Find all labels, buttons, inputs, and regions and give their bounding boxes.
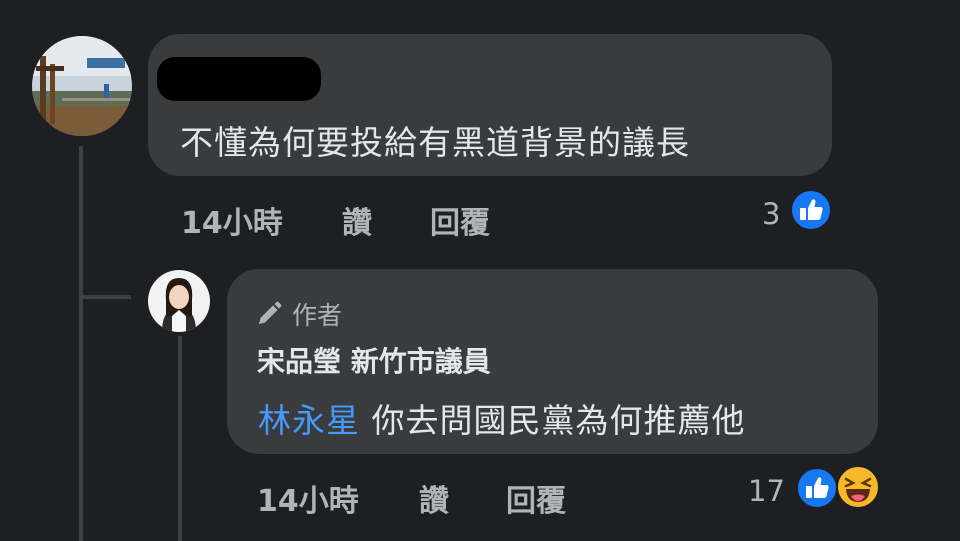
- redacted-author-name: [157, 57, 321, 101]
- reply-author-avatar-image: [148, 270, 210, 332]
- reply-author-name[interactable]: 宋品瑩 新竹市議員: [257, 340, 491, 380]
- commenter-avatar-image: [32, 36, 132, 136]
- like-icon[interactable]: [790, 189, 832, 231]
- thread-line-connector: [79, 295, 131, 299]
- author-badge: 作者: [256, 296, 342, 332]
- haha-icon[interactable]: [836, 465, 880, 509]
- like-icon[interactable]: [796, 467, 838, 509]
- author-badge-label: 作者: [292, 301, 343, 330]
- comment-thread: 不懂為何要投給有黑道背景的議長 14小時 讚 回覆 3 作者 宋品瑩 新竹市議員…: [0, 0, 960, 541]
- comment-timestamp[interactable]: 14小時: [181, 198, 283, 242]
- reply-like-button[interactable]: 讚: [419, 476, 449, 520]
- thread-line-reply: [178, 336, 182, 541]
- reply-text-line: 林永星 你去問國民黨為何推薦他: [258, 394, 746, 442]
- comment-reply-button[interactable]: 回覆: [430, 198, 490, 242]
- comment-text: 不懂為何要投給有黑道背景的議長: [180, 123, 690, 162]
- commenter-avatar[interactable]: [32, 36, 132, 136]
- reply-reply-button[interactable]: 回覆: [506, 476, 566, 520]
- reply-timestamp[interactable]: 14小時: [257, 476, 359, 520]
- reply-text: 你去問國民黨為何推薦他: [371, 401, 746, 440]
- reply-author-avatar[interactable]: [148, 270, 210, 332]
- comment-like-button[interactable]: 讚: [342, 198, 372, 242]
- reply-reaction-count[interactable]: 17: [748, 474, 785, 508]
- mention-link[interactable]: 林永星: [258, 401, 360, 440]
- comment-reaction-count[interactable]: 3: [762, 197, 780, 231]
- pencil-icon: [259, 301, 282, 324]
- thread-line-main: [79, 146, 83, 541]
